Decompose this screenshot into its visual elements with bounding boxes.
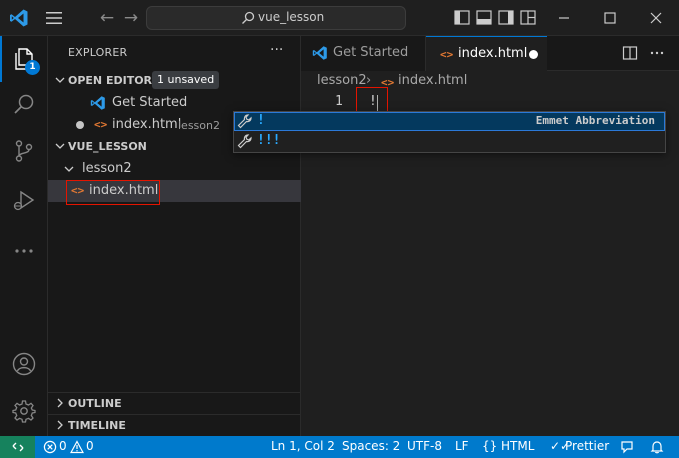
braces-icon[interactable]: {} (482, 439, 497, 453)
close-icon[interactable] (647, 9, 665, 27)
accounts-activity[interactable] (0, 341, 48, 387)
open-editor-label: index.html (112, 117, 182, 132)
tab-label: Get Started (333, 45, 409, 60)
search-text: vue_lesson (258, 10, 325, 24)
highlight-box (66, 180, 160, 205)
title-bar: ← → vue_lesson (0, 0, 679, 36)
suggestion-item[interactable]: ! Emmet Abbreviation (234, 112, 665, 131)
tab-index-html[interactable]: <> index.html (426, 36, 547, 71)
suggestion-label: ! (257, 113, 265, 128)
open-editor-folder: lesson2 (178, 119, 220, 132)
activity-bar: 1 (0, 36, 48, 436)
vscode-logo-icon (90, 96, 105, 110)
tab-label: index.html (458, 46, 528, 61)
open-editors-label: OPEN EDITORS (68, 74, 160, 87)
source-control-activity[interactable] (0, 128, 48, 174)
unsaved-dot-icon (76, 121, 84, 129)
encoding[interactable]: UTF-8 (407, 439, 442, 453)
indentation[interactable]: Spaces: 2 (342, 439, 400, 453)
maximize-icon[interactable] (601, 9, 619, 27)
error-icon[interactable] (43, 440, 57, 454)
editor-tabs: Get Started <> index.html (301, 36, 679, 71)
manage-activity[interactable] (0, 388, 48, 434)
cursor-position[interactable]: Ln 1, Col 2 (271, 439, 335, 453)
html-file-icon: <> (94, 118, 108, 131)
folder-lesson2[interactable]: lesson2 (48, 158, 301, 180)
chevron-down-icon (55, 143, 65, 149)
chevron-right-icon (57, 398, 63, 408)
end-of-line[interactable]: LF (455, 439, 469, 453)
explorer-badge: 1 (25, 60, 40, 75)
timeline-label: TIMELINE (68, 419, 126, 432)
html-file-icon: <> (440, 48, 454, 61)
warning-count[interactable]: 0 (86, 439, 94, 453)
toggle-sidebar-icon[interactable] (454, 10, 470, 25)
suggestion-item[interactable]: !!! (234, 132, 665, 151)
more-actions-icon[interactable] (649, 45, 665, 61)
unsaved-badge: 1 unsaved (152, 71, 220, 89)
explorer-sidebar: EXPLORER ··· OPEN EDITORS 1 unsaved Get … (48, 36, 301, 436)
prettier-status[interactable]: Prettier (565, 439, 609, 453)
chevron-right-icon: › (366, 73, 372, 88)
workspace-label: VUE_LESSON (68, 140, 147, 153)
back-arrow-icon[interactable]: ← (98, 8, 116, 28)
chevron-down-icon (64, 166, 74, 172)
search-icon (242, 11, 255, 24)
remote-icon (12, 442, 24, 452)
outline-label: OUTLINE (68, 397, 122, 410)
chevron-right-icon (57, 420, 63, 430)
vscode-logo-icon (312, 46, 327, 60)
explorer-title: EXPLORER (68, 46, 128, 59)
suggestion-widget: ! Emmet Abbreviation !!! (233, 111, 666, 153)
split-editor-icon[interactable] (622, 45, 638, 61)
status-bar: 0 0 Ln 1, Col 2 Spaces: 2 UTF-8 LF {} HT… (0, 436, 679, 458)
open-editor-label: Get Started (112, 95, 188, 110)
toggle-panel-icon[interactable] (476, 10, 492, 25)
customize-layout-icon[interactable] (520, 10, 536, 25)
wrench-icon (237, 114, 252, 129)
toggle-secondary-sidebar-icon[interactable] (498, 10, 514, 25)
tab-get-started[interactable]: Get Started (301, 36, 426, 71)
line-number: 1 (335, 94, 343, 109)
run-debug-icon (13, 190, 35, 211)
explorer-more-button[interactable]: ··· (270, 42, 283, 58)
highlight-box (356, 87, 388, 113)
search-icon (14, 94, 34, 114)
source-control-icon (15, 140, 33, 162)
chevron-down-icon (55, 77, 65, 83)
language-mode[interactable]: HTML (501, 439, 534, 453)
gear-icon (12, 400, 36, 423)
wrench-icon (237, 134, 252, 149)
suggestion-label: !!! (257, 133, 281, 148)
command-center-search[interactable]: vue_lesson (146, 6, 406, 30)
ellipsis-icon (15, 249, 33, 253)
explorer-activity[interactable]: 1 (0, 36, 48, 82)
search-activity[interactable] (0, 82, 48, 128)
feedback-icon[interactable] (620, 440, 634, 454)
timeline-header[interactable]: TIMELINE (48, 414, 301, 436)
active-indicator (0, 36, 2, 82)
error-count[interactable]: 0 (59, 439, 67, 453)
forward-arrow-icon[interactable]: → (122, 8, 140, 28)
outline-header[interactable]: OUTLINE (48, 392, 301, 414)
account-icon (12, 352, 36, 376)
menu-icon[interactable] (44, 9, 64, 27)
breadcrumb-file[interactable]: index.html (398, 73, 467, 88)
unsaved-dot-icon[interactable] (529, 50, 538, 59)
open-editors-header[interactable]: OPEN EDITORS 1 unsaved (48, 70, 301, 92)
minimize-icon[interactable] (555, 9, 573, 27)
warning-icon[interactable] (70, 440, 84, 454)
breadcrumb-folder[interactable]: lesson2 (317, 73, 367, 88)
run-debug-activity[interactable] (0, 178, 48, 224)
bell-icon[interactable] (650, 440, 664, 454)
folder-label: lesson2 (82, 161, 132, 176)
suggestion-detail: Emmet Abbreviation (535, 114, 655, 127)
vscode-logo-icon (10, 9, 28, 27)
remote-indicator[interactable] (0, 436, 35, 458)
more-activity[interactable] (0, 228, 48, 274)
